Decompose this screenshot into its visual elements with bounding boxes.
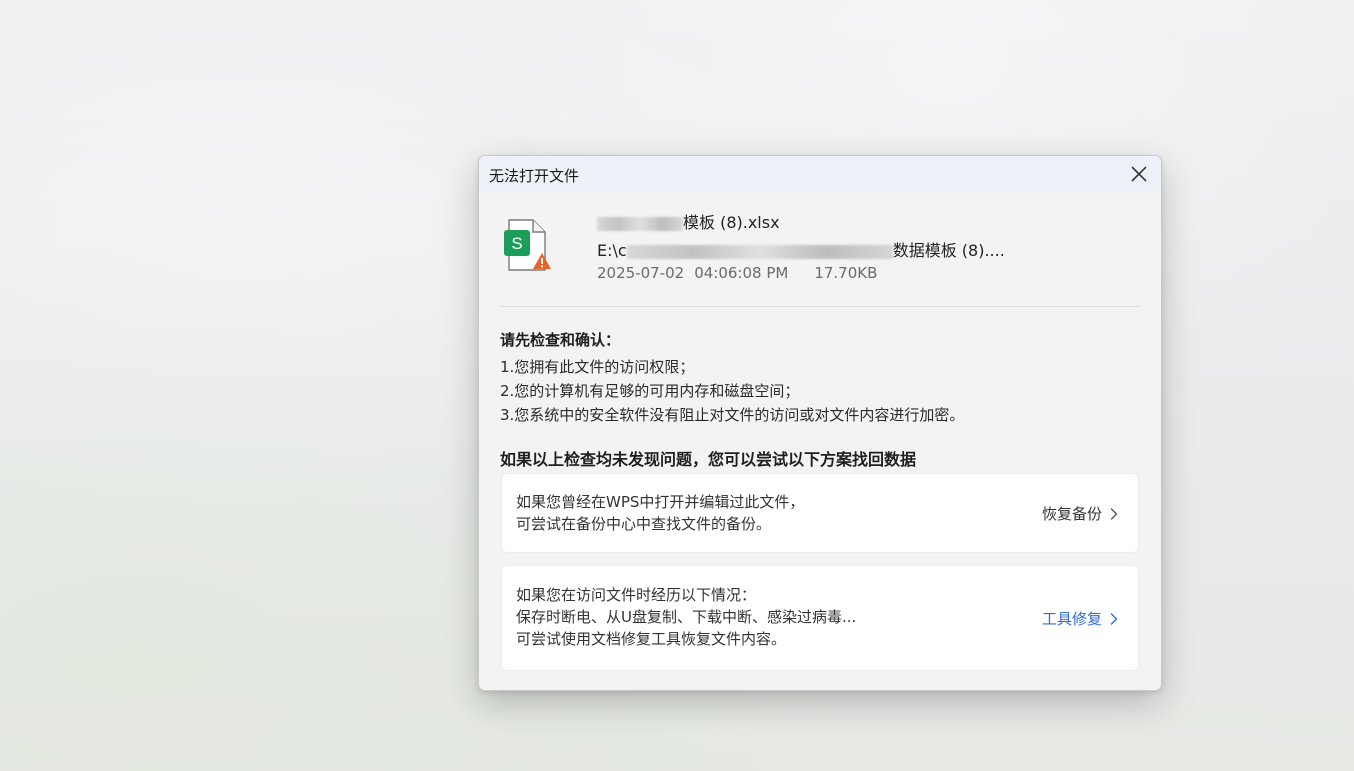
card-line: 保存时断电、从U盘复制、下载中断、感染过病毒... [516,608,857,626]
tool-repair-label: 工具修复 [1041,610,1102,628]
file-meta: 2025-07-02 04:06:08 PM 17.70KB [597,264,903,282]
redacted-text [626,244,893,259]
chevron-right-icon [1110,507,1118,520]
file-name: 模板 (8).xlsx [597,209,780,233]
card-line: 如果您曾经在WPS中打开并编辑过此文件， [516,493,805,511]
file-time: 04:06:08 PM [694,264,789,282]
check-item: 1.您拥有此文件的访问权限； [500,358,695,376]
restore-backup-card: 如果您曾经在WPS中打开并编辑过此文件， 可尝试在备份中心中查找文件的备份。 恢… [501,473,1139,553]
file-size: 17.70KB [814,264,878,282]
check-item: 2.您的计算机有足够的可用内存和磁盘空间； [500,382,800,400]
redacted-text [597,216,683,231]
solution-heading: 如果以上检查均未发现问题，您可以尝试以下方案找回数据 [500,450,917,469]
file-path-prefix: E:\c [597,241,627,260]
chevron-right-icon [1110,612,1118,625]
restore-backup-description: 如果您曾经在WPS中打开并编辑过此文件， 可尝试在备份中心中查找文件的备份。 [516,491,804,535]
spreadsheet-file-warning-icon: S [503,218,553,274]
divider [500,306,1140,307]
restore-backup-label: 恢复备份 [1041,505,1102,523]
file-path-suffix: 数据模板 (8).... [892,241,1005,260]
card-line: 可尝试在备份中心中查找文件的备份。 [516,515,772,533]
card-line: 可尝试使用文档修复工具恢复文件内容。 [516,630,787,648]
check-list: 1.您拥有此文件的访问权限； 2.您的计算机有足够的可用内存和磁盘空间； 3.您… [500,355,964,427]
restore-backup-button[interactable]: 恢复备份 [1042,503,1120,524]
dialog-title: 无法打开文件 [489,167,580,185]
card-line: 如果您在访问文件时经历以下情况： [516,586,757,604]
dialog-titlebar: 无法打开文件 [479,156,1161,192]
tool-repair-button[interactable]: 工具修复 [1042,608,1120,629]
file-path: E:\c 数据模板 (8).... [597,237,1005,261]
close-button[interactable] [1127,162,1151,186]
cannot-open-file-dialog: 无法打开文件 S 模板 (8).xlsx E:\c 数据模板 (8).... 20… [478,155,1162,691]
tool-repair-description: 如果您在访问文件时经历以下情况： 保存时断电、从U盘复制、下载中断、感染过病毒.… [516,584,856,650]
tool-repair-card: 如果您在访问文件时经历以下情况： 保存时断电、从U盘复制、下载中断、感染过病毒.… [501,565,1139,671]
check-heading: 请先检查和确认： [500,331,621,349]
close-icon [1131,166,1147,182]
file-date: 2025-07-02 [597,264,685,282]
svg-text:S: S [511,234,522,253]
file-name-text: 模板 (8).xlsx [683,213,780,232]
check-item: 3.您系统中的安全软件没有阻止对文件的访问或对文件内容进行加密。 [500,406,965,424]
